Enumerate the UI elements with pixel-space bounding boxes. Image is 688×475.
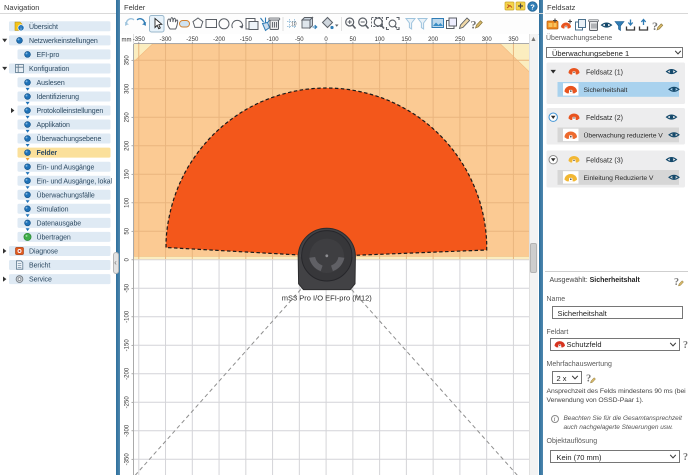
svg-text:200: 200 (124, 140, 130, 151)
svg-text:Einleitung Reduzierte V: Einleitung Reduzierte V (583, 175, 653, 182)
svg-text:Übersicht: Übersicht (29, 23, 58, 31)
svg-text:10: 10 (291, 21, 297, 27)
svg-text:-250: -250 (124, 395, 130, 408)
svg-text:Bericht: Bericht (29, 263, 50, 270)
svg-text:Überwachung reduzierte V: Überwachung reduzierte V (583, 131, 663, 139)
svg-text:Protokolleinstellungen: Protokolleinstellungen (37, 108, 104, 115)
svg-text:Feldsatz (1): Feldsatz (1) (586, 69, 623, 76)
svg-text:Felder: Felder (37, 150, 58, 157)
svg-text:150: 150 (124, 168, 130, 179)
svg-text:?: ? (530, 2, 535, 11)
svg-text:Auslesen: Auslesen (37, 80, 65, 87)
svg-text:Diagnose: Diagnose (29, 249, 58, 256)
svg-text:?: ? (683, 452, 688, 463)
svg-text:Konfiguration: Konfiguration (29, 66, 69, 73)
svg-text:350: 350 (124, 54, 130, 65)
svg-text:?: ? (470, 17, 476, 31)
svg-text:Überwachungsfälle: Überwachungsfälle (37, 191, 95, 199)
svg-text:i: i (21, 26, 22, 31)
svg-text:Überwachungsebene: Überwachungsebene (37, 135, 102, 143)
svg-text:50: 50 (124, 227, 130, 234)
svg-text:-150: -150 (124, 338, 130, 351)
svg-text:Ein- und Ausgänge: Ein- und Ausgänge (37, 164, 95, 171)
svg-text:-50: -50 (124, 283, 130, 292)
svg-text:Feldsatz (3): Feldsatz (3) (586, 157, 623, 164)
svg-text:-300: -300 (124, 424, 130, 437)
svg-text:-100: -100 (124, 310, 130, 323)
svg-text:-200: -200 (124, 367, 130, 380)
svg-text:Service: Service (29, 277, 52, 284)
svg-text:Applikation: Applikation (37, 122, 71, 129)
svg-text:100: 100 (124, 197, 130, 208)
svg-text:Sicherheitshalt: Sicherheitshalt (583, 87, 627, 94)
svg-text:?: ? (652, 19, 658, 33)
svg-text:Übertragen: Übertragen (37, 234, 71, 242)
svg-text:Netzwerkeinstellungen: Netzwerkeinstellungen (29, 38, 98, 45)
svg-text:EFI-pro: EFI-pro (37, 52, 60, 59)
svg-text:-350: -350 (124, 452, 130, 465)
svg-text:?: ? (683, 340, 688, 351)
svg-text:?: ? (674, 277, 679, 287)
svg-text:Feldsatz (2): Feldsatz (2) (586, 115, 623, 122)
svg-text:Identifizierung: Identifizierung (37, 94, 80, 101)
svg-text:250: 250 (124, 111, 130, 122)
svg-text:Ein- und Ausgänge, lokal: Ein- und Ausgänge, lokal (37, 178, 113, 185)
svg-text:300: 300 (124, 83, 130, 94)
svg-text:Datenausgabe: Datenausgabe (37, 221, 82, 228)
svg-text:mS3 Pro I/O EFI-pro (M12): mS3 Pro I/O EFI-pro (M12) (281, 293, 372, 302)
svg-text:Simulation: Simulation (37, 206, 69, 213)
